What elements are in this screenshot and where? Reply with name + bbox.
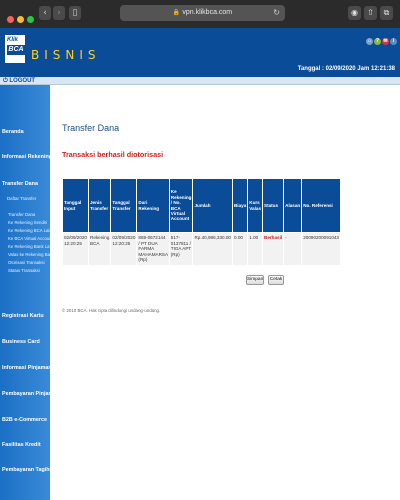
col-jumlah: Jumlah (192, 178, 233, 233)
transaction-table: Tanggal Input Jenis Transfer Tanggal Tra… (62, 178, 341, 266)
sidebar-sub-rekening-bca-lain[interactable]: Ke Rekening BCA Lain (8, 228, 50, 233)
logout-bar: ⏻ LOGOUT (0, 77, 400, 85)
cell-dari-rekening: 869-0672144 / PT DUA FARMA MAHAMARSA (Rp… (136, 232, 170, 266)
klikbca-logo: Klik BCA (4, 34, 26, 64)
maximize-window-button[interactable] (27, 16, 34, 23)
col-biaya: Biaya (231, 178, 249, 233)
home-icon[interactable]: ⌂ (366, 38, 373, 45)
sidebar-item-pembayaran-pinjaman[interactable]: Pembayaran Pinjaman (2, 391, 50, 397)
close-window-button[interactable] (7, 16, 14, 23)
sidebar-sub-valas[interactable]: Valas ke Rekening Bank (8, 252, 50, 257)
login-date-time: Tanggal : 02/09/2020 Jam 12:21:38 (297, 66, 395, 72)
logout-label: LOGOUT (9, 78, 36, 84)
sidebar-item-informasi-rekening[interactable]: Informasi Rekening (2, 154, 50, 160)
logo-bca-text: BCA (7, 45, 25, 55)
col-status: Status (261, 178, 285, 233)
success-message: Transaksi berhasil diotorisasi (62, 150, 164, 159)
info-icon[interactable]: i (390, 38, 397, 45)
col-alasan: Alasan (283, 178, 303, 233)
sidebar-item-beranda[interactable]: Beranda (2, 129, 50, 135)
print-button[interactable]: Cetak (268, 275, 284, 285)
cell-jumlah: Rp.40,986,330.00 (192, 232, 233, 266)
cell-biaya: 0.00 (231, 232, 249, 266)
main-content: Transfer Dana Transaksi berhasil diotori… (50, 85, 400, 500)
sidebar-item-informasi-pinjaman[interactable]: Informasi Pinjaman (2, 365, 50, 371)
sidebar-item-registrasi-kartu[interactable]: Registrasi Kartu (2, 313, 50, 319)
help-icon[interactable]: ? (374, 38, 381, 45)
cell-alasan: - (283, 232, 303, 266)
browser-toolbar: ‹ › ▯ 🔒 vpn.klikbca.com ↻ ◉ ⇧ ⧉ (0, 0, 400, 28)
cell-tanggal-input: 02/09/2020 12:20:25 (62, 232, 89, 266)
save-button[interactable]: Simpan (246, 275, 264, 285)
cell-jenis-transfer: Rekening BCA (87, 232, 112, 266)
sidebar-item-b2b-ecommerce[interactable]: B2B e-Commerce (2, 417, 50, 423)
reload-icon[interactable]: ↻ (273, 5, 280, 21)
sidebar-sub-bca-virtual-account[interactable]: Ke BCA Virtual Account (8, 236, 50, 241)
sidebar-icon[interactable]: ▯ (69, 6, 81, 20)
col-kurs-valas: Kurs Valas (247, 178, 263, 233)
window-controls (7, 10, 37, 28)
cell-tanggal-transfer: 02/09/2020 12:20:25 (110, 232, 138, 266)
sidebar: Beranda Informasi Rekening Transfer Dana… (0, 85, 50, 500)
col-jenis-transfer: Jenis Transfer (87, 178, 112, 233)
table-row: 02/09/2020 12:20:25 Rekening BCA 02/09/2… (62, 232, 341, 266)
url-text: vpn.klikbca.com (182, 9, 233, 16)
logo-klik-text: Klik (7, 37, 19, 43)
col-tanggal-transfer: Tanggal Transfer (110, 178, 138, 233)
sidebar-sub-otorisasi-transaksi[interactable]: Otorisasi Transaksi (8, 260, 50, 265)
sidebar-sub-rekening-sendiri[interactable]: Ke Rekening Sendiri (8, 220, 50, 225)
mail-icon[interactable]: ✉ (382, 38, 389, 45)
table-header-row: Tanggal Input Jenis Transfer Tanggal Tra… (62, 178, 341, 233)
copyright-text: © 2010 BCA. Hak cipta dilindungi undang-… (62, 308, 161, 313)
tabs-icon[interactable]: ⧉ (380, 6, 393, 20)
sidebar-sub-transfer-dana[interactable]: Transfer Dana (8, 212, 50, 217)
page-title: Transfer Dana (62, 123, 120, 133)
shield-icon[interactable]: ◉ (348, 6, 361, 20)
share-icon[interactable]: ⇧ (364, 6, 377, 20)
chevron-left-icon[interactable]: ‹ (39, 6, 51, 20)
col-tanggal-input: Tanggal Input (62, 178, 89, 233)
cell-kurs-valas: 1.00 (247, 232, 263, 266)
cell-no-referensi: 20090200091043 (301, 232, 341, 266)
sidebar-sub-status-transaksi[interactable]: Status Transaksi (8, 268, 50, 273)
logout-link[interactable]: ⏻ LOGOUT (3, 77, 35, 85)
lock-icon: 🔒 (172, 10, 181, 16)
sidebar-item-pembayaran-tagihan[interactable]: Pembayaran Tagihan (2, 467, 50, 473)
minimize-window-button[interactable] (17, 16, 24, 23)
address-bar[interactable]: 🔒 vpn.klikbca.com ↻ (120, 5, 285, 21)
col-ke-rekening: Ke Rekening / No. BCA Virtual Account (168, 178, 194, 233)
site-header: Klik BCA BISNIS ⌂? ✉ i Tanggal : 02/09/202… (0, 28, 400, 77)
sidebar-sub-daftar-transfer[interactable]: Daftar Transfer (7, 195, 50, 203)
col-no-referensi: No. Referensi (301, 178, 341, 233)
header-icons: ⌂? ✉ i (365, 29, 397, 47)
sidebar-item-business-card[interactable]: Business Card (2, 339, 50, 345)
sidebar-item-transfer-dana[interactable]: Transfer Dana (2, 181, 50, 187)
brand-name: BISNIS (31, 48, 101, 62)
cell-ke-rekening: 517-0137811 / TIGA APT (Rp) (168, 232, 194, 266)
cell-status: Berhasil (261, 232, 285, 266)
sidebar-item-fasilitas-kredit[interactable]: Fasilitas Kredit (2, 442, 50, 448)
col-dari-rekening: Dari Rekening (136, 178, 170, 233)
sidebar-sub-rekening-bank-lain[interactable]: Ke Rekening Bank Lain (8, 244, 50, 249)
chevron-right-icon[interactable]: › (53, 6, 65, 20)
